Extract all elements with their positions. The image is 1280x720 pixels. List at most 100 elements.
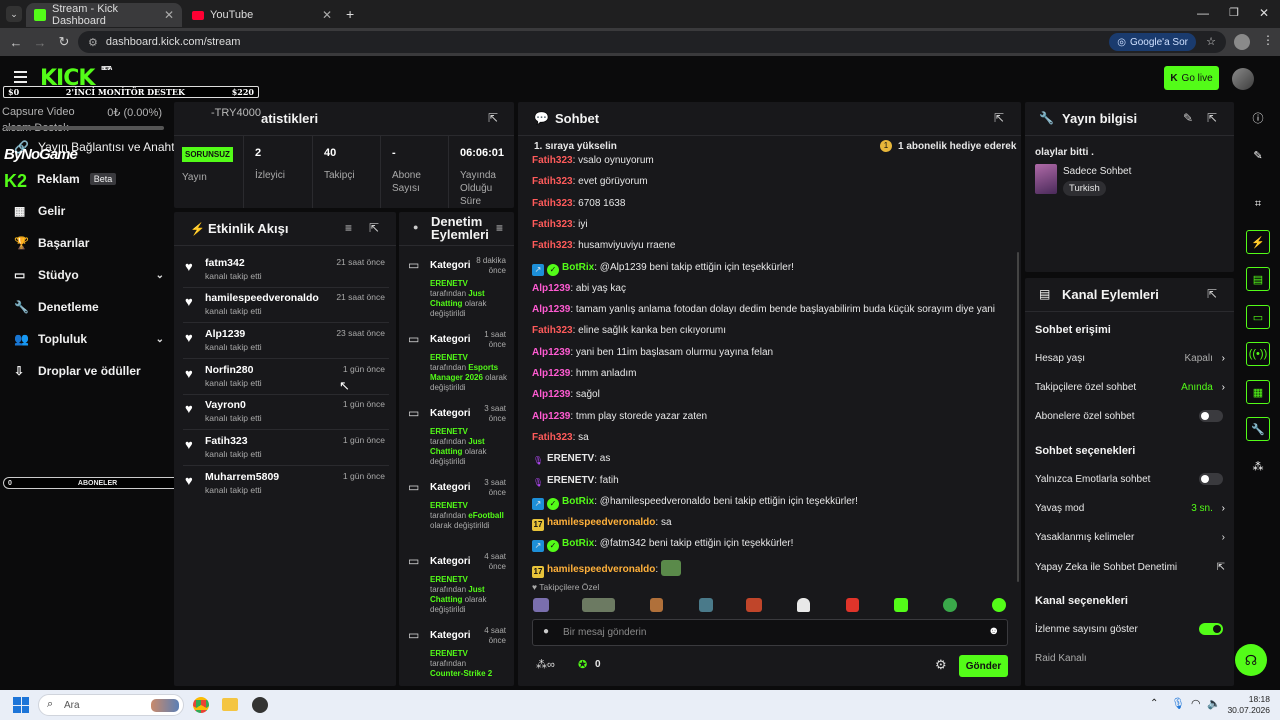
bookmark-star-icon[interactable]: ☆ (1206, 35, 1216, 48)
chat-message[interactable]: 17 hamilespeedveronaldo: sa (532, 517, 672, 532)
chat-username[interactable]: Alp1239 (532, 304, 570, 315)
chrome-taskbar-icon[interactable] (193, 697, 209, 713)
chat-message[interactable]: 🎙 ERENETV: as (532, 453, 610, 467)
row-emote-only[interactable]: Yalnızca Emotlarla sohbet (1035, 473, 1225, 485)
list-item[interactable]: ♥ Alp1239 kanalı takip etti 23 saat önce (183, 324, 389, 359)
chat-message[interactable]: Alp1239: sağol (532, 389, 600, 400)
chat-username[interactable]: BotRix (562, 496, 594, 507)
popout-icon[interactable]: ⇱ (369, 221, 379, 235)
row-followers-only[interactable]: Takipçilere özel sohbet Anında › (1035, 382, 1225, 393)
clock[interactable]: 18:18 30.07.2026 (1226, 694, 1270, 716)
sidebar-item-community[interactable]: 👥 Topluluk ⌄ (14, 332, 164, 346)
url-field[interactable]: ⚙ dashboard.kick.com/stream ◎ Google'a S… (78, 31, 1226, 53)
windows-start-icon[interactable] (13, 697, 29, 713)
chat-message[interactable]: Fatih323: 6708 1638 (532, 198, 625, 209)
connections-icon[interactable]: ⁂ (1246, 454, 1270, 478)
chat-username[interactable]: Alp1239 (532, 411, 570, 422)
chat-username[interactable]: Alp1239 (532, 368, 570, 379)
moderation-item[interactable]: ▭ Kategori 4 saat önce ERENETV tarafından… (408, 552, 508, 622)
sidebar-item-achievements[interactable]: 🏆 Başarılar (14, 236, 164, 250)
microphone-icon[interactable]: 🎙 (1171, 697, 1185, 710)
list-item[interactable]: ♥ hamilespeedveronaldo kanalı takip etti 21… (183, 288, 389, 323)
reload-icon[interactable]: ↻ (52, 34, 76, 50)
close-tab-icon[interactable]: ✕ (164, 8, 174, 22)
row-show-viewcount[interactable]: İzlenme sayısını göster (1035, 623, 1225, 635)
back-icon[interactable]: ← (4, 35, 28, 50)
filter-icon[interactable]: ≡ (496, 221, 503, 235)
chat-message[interactable]: 🎙 ERENETV: fatih (532, 475, 619, 489)
sidebar-item-moderation[interactable]: 🔧 Denetleme (14, 300, 164, 314)
maximize-icon[interactable]: ❐ (1229, 6, 1239, 19)
wrench-icon[interactable]: 🔧 (1246, 417, 1270, 441)
send-button[interactable]: Gönder (959, 655, 1008, 677)
chat-message[interactable]: Alp1239: abi yaş kaç (532, 283, 626, 294)
category-name[interactable]: Sadece Sohbet (1063, 166, 1131, 177)
chat-username[interactable]: hamilespeedveronaldo (547, 564, 655, 575)
chat-message[interactable]: Alp1239: hmm anladım (532, 368, 637, 379)
list-item[interactable]: ♥ Fatih323 kanalı takip etti 1 gün önce (183, 431, 389, 466)
sidebar-item-studio[interactable]: ▭ Stüdyo ⌄ (14, 268, 164, 282)
avatar[interactable] (1232, 68, 1254, 90)
tab-kick-dashboard[interactable]: Stream - Kick Dashboard ✕ (26, 3, 182, 27)
tab-list-button[interactable]: ⌄ (6, 6, 22, 22)
forward-icon[interactable]: → (28, 35, 52, 50)
list-item[interactable]: ♥ Muharrem5809 kanalı takip etti 1 gün önce (183, 467, 389, 502)
chat-message[interactable]: ↗ ✓ BotRix: @Alp1239 beni takip ettiğin iç… (532, 262, 794, 276)
chat-bubble-icon[interactable]: ▭ (1246, 305, 1270, 329)
row-account-age[interactable]: Hesap yaşı Kapalı › (1035, 353, 1225, 364)
emote-icon[interactable] (846, 598, 859, 612)
popout-icon[interactable]: ⇱ (994, 111, 1004, 125)
emote-icon[interactable] (650, 598, 663, 612)
moderation-item[interactable]: ▭ Kategori 1 saat önce ERENETV tarafından… (408, 330, 508, 400)
sidebar-item-revenue[interactable]: ▦ Gelir (14, 204, 164, 218)
sidebar-item-drops[interactable]: ⇩ Droplar ve ödüller (14, 364, 164, 378)
chat-message[interactable]: Fatih323: sa (532, 432, 589, 443)
close-window-icon[interactable]: ✕ (1259, 6, 1269, 20)
broadcast-icon[interactable]: ((•)) (1246, 342, 1270, 366)
settings-gear-icon[interactable]: ⚙ (935, 657, 947, 673)
sidebar-item-ads[interactable]: Reklam Beta (37, 172, 137, 186)
tab-youtube[interactable]: YouTube ✕ (184, 3, 340, 27)
popout-icon[interactable]: ⇱ (1207, 287, 1217, 301)
popout-icon[interactable]: ⇱ (488, 111, 498, 125)
chat-message[interactable]: ↗ ✓ BotRix: @fatm342 beni takip ettiğin iç… (532, 538, 793, 553)
emote-icon[interactable] (582, 598, 615, 612)
emoji-picker-icon[interactable]: ☻ (988, 625, 1000, 637)
toggle-switch[interactable] (1199, 623, 1223, 635)
emote-icon[interactable] (746, 598, 762, 612)
row-subscribers-only[interactable]: Abonelere özel sohbet (1035, 410, 1225, 422)
chat-username[interactable]: BotRix (562, 538, 594, 549)
document-icon[interactable]: ▤ (1246, 267, 1270, 291)
emote-icon[interactable] (797, 598, 810, 612)
moderation-item[interactable]: ▭ Kategori 4 saat önce ERENETV tarafından… (408, 626, 508, 684)
tray-chevron-icon[interactable]: ⌃ (1150, 698, 1158, 709)
chat-username[interactable]: ERENETV (547, 453, 594, 464)
list-item[interactable]: ♥ fatm342 kanalı takip etti 21 saat önce (183, 253, 389, 288)
chat-username[interactable]: Fatih323 (532, 219, 573, 230)
chat-message[interactable]: Fatih323: iyi (532, 219, 588, 230)
edit-pencil-icon[interactable]: ✎ (1183, 111, 1193, 125)
site-info-icon[interactable]: ⚙ (88, 36, 98, 49)
moderation-item[interactable]: ▭ Kategori 3 saat önce ERENETV tarafından… (408, 404, 508, 474)
google-ask-button[interactable]: ◎ Google'a Sor (1109, 33, 1196, 51)
chat-username[interactable]: Fatih323 (532, 240, 573, 251)
chat-username[interactable]: Fatih323 (532, 432, 573, 443)
chat-message[interactable]: ↗ ✓ BotRix: @hamilespeedveronaldo beni tak… (532, 496, 858, 510)
explorer-taskbar-icon[interactable] (222, 698, 238, 711)
crop-icon[interactable]: ⌗ (1246, 192, 1270, 216)
close-tab-icon[interactable]: ✕ (322, 8, 332, 22)
chat-scrollbar[interactable] (1017, 252, 1019, 582)
row-raid-channel[interactable]: Raid Kanalı (1035, 653, 1225, 664)
chat-message[interactable]: Fatih323: eline sağlık kanka ben cıkıyor… (532, 325, 726, 336)
edit-pencil-icon[interactable]: ✎ (1246, 143, 1270, 167)
chat-username[interactable]: BotRix (562, 262, 594, 273)
chat-message[interactable]: Fatih323: evet görüyorum (532, 176, 648, 187)
go-live-button[interactable]: K Go live (1164, 66, 1219, 90)
lightning-icon[interactable]: ⚡ (1246, 230, 1270, 254)
layout-icon[interactable]: ▦ (1246, 380, 1270, 404)
hamburger-menu-icon[interactable] (14, 71, 27, 83)
chat-message[interactable]: Fatih323: vsalo oynuyorum (532, 155, 654, 166)
emote-icon[interactable] (533, 598, 549, 612)
chat-message[interactable]: 17 hamilespeedveronaldo: (532, 559, 681, 578)
moderation-item[interactable]: ▭ Kategori 8 dakika önce ERENETV tarafınd… (408, 256, 508, 326)
